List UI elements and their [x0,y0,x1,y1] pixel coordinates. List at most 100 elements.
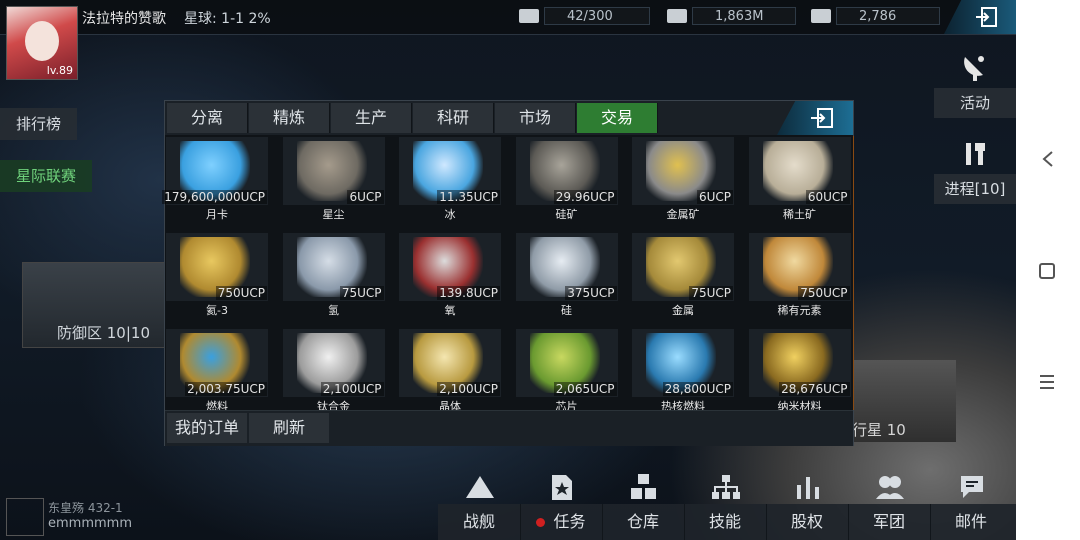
item-price: 75UCP [689,286,733,300]
item-name: 稀土矿 [783,208,816,221]
tab-separate[interactable]: 分离 [167,103,248,133]
trade-item[interactable]: 60UCP 稀土矿 [748,136,864,232]
player-level: lv.89 [46,64,73,77]
item-name: 硅矿 [555,208,578,221]
item-price: 375UCP [565,286,617,300]
top-bar: 法拉特的赞歌 星球: 1-1 2% 42/300 1,863M 2,786 [0,0,1016,35]
nav-legion[interactable]: 军团 [848,504,931,540]
legion-icon [870,470,910,504]
activity-button[interactable]: 活动 [934,48,1016,118]
exit-button[interactable] [944,0,1016,34]
tab-market[interactable]: 市场 [495,103,576,133]
tab-produce[interactable]: 生产 [331,103,412,133]
warehouse-icon [624,470,664,504]
tab-refine[interactable]: 精炼 [249,103,330,133]
item-price: 2,065UCP [553,382,617,396]
trade-item[interactable]: 29.96UCP 硅矿 [515,136,631,232]
progress-button[interactable]: 进程[10] [934,134,1016,204]
item-price: 60UCP [805,190,850,204]
league-button[interactable]: 星际联赛 [0,160,93,192]
energy-icon [519,9,539,23]
task-icon [542,470,582,504]
item-name: 硅 [561,304,572,317]
item-name: 冰 [444,208,456,221]
mail-icon [952,470,992,504]
item-name: 星尘 [322,208,345,221]
skill-tree-icon [706,470,746,504]
money-icon [667,9,687,23]
trade-item[interactable]: 75UCP 氢 [282,232,398,328]
back-icon[interactable] [1040,150,1056,168]
item-price: 179,600,000UCP [162,190,267,204]
card-icon [811,9,831,23]
resource-cards: 2,786 [811,7,940,25]
item-price: 29.96UCP [553,190,617,204]
item-price: 2,100UCP [320,382,384,396]
trade-item[interactable]: 750UCP 稀有元素 [748,232,864,328]
trade-item[interactable]: 11.35UCP 冰 [398,136,514,232]
item-name: 氧 [444,304,456,317]
planet-area[interactable]: 行星 10 [848,360,956,442]
game-screen: 法拉特的赞歌 星球: 1-1 2% 42/300 1,863M 2,786 lv… [0,0,1016,540]
trade-item[interactable]: 750UCP 氦-3 [165,232,281,328]
trade-item[interactable]: 6UCP 金属矿 [631,136,747,232]
item-name: 金属矿 [666,208,700,221]
trade-item[interactable]: 6UCP 星尘 [282,136,398,232]
nav-warships[interactable]: 战舰 [438,504,521,540]
modal-footer: 我的订单 刷新 [165,410,853,446]
item-price: 750UCP [798,286,850,300]
planet-status: 星球: 1-1 2% [184,11,271,27]
activity-label: 活动 [934,88,1016,118]
ranking-button[interactable]: 排行榜 [0,108,78,140]
item-price: 28,676UCP [779,382,850,396]
item-price: 2,100UCP [437,382,500,396]
nav-mail[interactable]: 邮件 [930,504,1012,540]
item-price: 139.8UCP [437,286,500,300]
nav-skills[interactable]: 技能 [684,504,767,540]
home-icon[interactable] [1038,262,1056,280]
nav-warehouse[interactable]: 仓库 [602,504,685,540]
system-nav-bar [1016,0,1080,540]
item-name: 氢 [328,304,339,317]
bottom-nav: 战舰 任务 仓库 技能 股权 军团 邮件 [438,504,1016,540]
exit-icon [976,7,997,27]
item-price: 75UCP [339,286,384,300]
notification-dot [536,518,546,527]
avatar[interactable]: lv.89 [6,6,78,80]
avatar-face [25,21,59,61]
modal-tabs: 分离 精炼 生产 科研 市场 交易 [165,101,853,135]
defense-label: 防御区 10|10 [57,324,150,342]
satellite-icon [934,48,1016,88]
trade-item[interactable]: 179,600,000UCP 月卡 [162,136,281,232]
chat-icon[interactable] [6,498,44,536]
warship-icon [460,470,500,504]
refresh-button[interactable]: 刷新 [249,413,329,443]
defense-zone[interactable]: 防御区 10|10 [22,262,174,348]
tab-trade[interactable]: 交易 [577,103,658,133]
item-name: 金属 [672,304,694,317]
resource-money: 1,863M [667,7,796,25]
item-price: 2,003.75UCP [185,382,267,396]
trade-modal: 分离 精炼 生产 科研 市场 交易 179,600,000UCP 月卡 6UCP 星尘… [162,100,854,446]
resource-energy: 42/300 [519,7,650,25]
tab-research[interactable]: 科研 [413,103,494,133]
trade-item[interactable]: 375UCP 硅 [515,232,631,328]
chat-message[interactable]: emmmmmm [48,516,132,531]
tools-icon [934,134,1016,174]
chat-sender: 东皇殇 432-1 [48,501,123,515]
trade-item[interactable]: 75UCP 金属 [631,232,747,328]
item-price: 750UCP [215,286,267,300]
modal-close-button[interactable] [777,101,853,135]
player-name: 法拉特的赞歌 [82,11,166,27]
item-name: 月卡 [206,208,228,221]
item-price: 6UCP [347,190,384,204]
nav-tasks[interactable]: 任务 [520,504,603,540]
my-orders-button[interactable]: 我的订单 [167,413,247,443]
progress-label: 进程[10] [934,174,1016,204]
nav-equity[interactable]: 股权 [766,504,849,540]
trade-item[interactable]: 139.8UCP 氧 [398,232,514,328]
equity-chart-icon [788,470,828,504]
menu-icon[interactable] [1038,374,1056,390]
close-icon [811,108,833,128]
item-price: 11.35UCP [437,190,500,204]
